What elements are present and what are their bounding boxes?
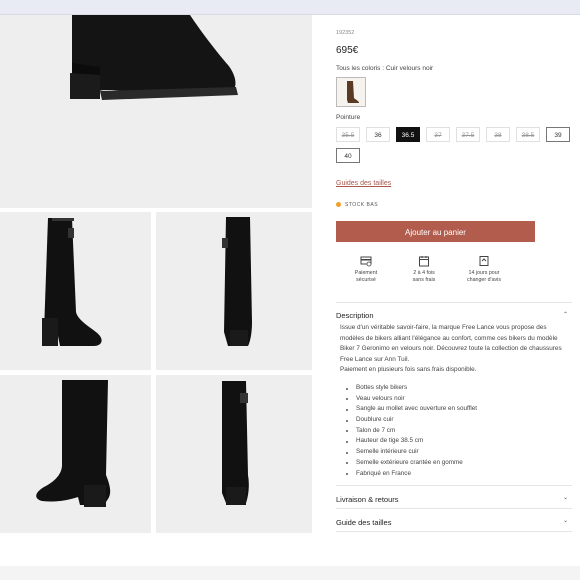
description-paragraph: Issue d'un véritable savoir-faire, la ma… [340, 324, 562, 363]
size-label: Pointure [336, 114, 361, 121]
list-item: Sangle au mollet avec ouverture en souff… [346, 404, 477, 415]
description-text: Issue d'un véritable savoir-faire, la ma… [340, 323, 568, 376]
main-product-image[interactable] [0, 15, 312, 208]
color-swatch[interactable] [336, 77, 366, 107]
size-option[interactable]: 40 [336, 148, 360, 163]
feature-line: sécurisé [356, 276, 376, 283]
accordion-delivery-title: Livraison & retours [336, 495, 399, 504]
product-gallery [0, 15, 320, 535]
colors-text: Tous les coloris : Cuir velours noir [336, 65, 434, 72]
chevron-down-icon: ⌄ [562, 495, 568, 501]
chevron-up-icon: ⌃ [562, 312, 568, 318]
list-item: Talon de 7 cm [346, 426, 477, 437]
boot-illustration [70, 15, 238, 100]
accordion-size-guide-title: Guide des tailles [336, 518, 392, 527]
accordion-description[interactable]: Description ⌃ [336, 302, 572, 321]
calendar-icon [419, 256, 429, 267]
size-option[interactable]: 39 [546, 127, 570, 142]
boot-front-illustration [36, 380, 111, 507]
accordion-bottom-divider [336, 531, 572, 533]
add-to-cart-button[interactable]: Ajouter au panier [336, 221, 535, 242]
payment-info-text: Paiement en plusieurs fois sans frais di… [340, 366, 477, 373]
size-option[interactable]: 38 [486, 127, 510, 142]
list-item: Semelle extérieure crantée en gomme [346, 458, 477, 469]
boot-back-illustration [222, 217, 252, 346]
size-option[interactable]: 36.5 [396, 127, 420, 142]
return-icon [479, 256, 489, 266]
list-item: Fabriqué en France [346, 469, 477, 480]
stock-status: STOCK BAS [336, 202, 378, 208]
chevron-down-icon: ⌄ [562, 518, 568, 524]
feature-installments: 2 à 4 fois sans frais [394, 255, 454, 283]
thumbnail-image-2[interactable] [156, 212, 312, 370]
size-option[interactable]: 38.5 [516, 127, 540, 142]
feature-payment: Paiement sécurisé [336, 255, 396, 283]
boot-rear-illustration [222, 381, 249, 505]
product-price: 695€ [336, 45, 359, 56]
thumbnail-image-4[interactable] [156, 375, 312, 533]
stock-text: STOCK BAS [345, 202, 379, 208]
size-option[interactable]: 37.5 [456, 127, 480, 142]
list-item: Bottes style bikers [346, 383, 477, 394]
accordion-size-guide[interactable]: Guide des tailles ⌄ [336, 508, 572, 531]
thumbnail-image-1[interactable] [0, 212, 151, 370]
size-guide-link[interactable]: Guides des tailles [336, 180, 391, 187]
list-item: Veau velours noir [346, 394, 477, 405]
browser-top-bar [0, 0, 580, 15]
list-item: Semelle intérieure cuir [346, 447, 477, 458]
feature-line: sans frais [412, 276, 436, 283]
accordion-delivery[interactable]: Livraison & retours ⌄ [336, 485, 572, 508]
size-option[interactable]: 36 [366, 127, 390, 142]
accordion-description-title: Description [336, 311, 374, 320]
payment-icon [360, 256, 372, 267]
product-sku: 192352 [336, 30, 355, 36]
boot-side-illustration [42, 218, 102, 346]
list-item: Doublure cuir [346, 415, 477, 426]
features-list: Bottes style bikers Veau velours noir Sa… [346, 383, 477, 479]
list-item: Hauteur de tige 38.5 cm [346, 436, 477, 447]
swatch-boot-icon [347, 81, 359, 103]
stock-dot-icon [336, 202, 341, 208]
size-option[interactable]: 35.5 [336, 127, 360, 142]
size-option[interactable]: 37 [426, 127, 450, 142]
feature-returns: 14 jours pour changer d'avis [454, 255, 514, 283]
bottom-bar [0, 566, 580, 580]
thumbnail-image-3[interactable] [0, 375, 151, 533]
feature-line: changer d'avis [467, 276, 501, 283]
